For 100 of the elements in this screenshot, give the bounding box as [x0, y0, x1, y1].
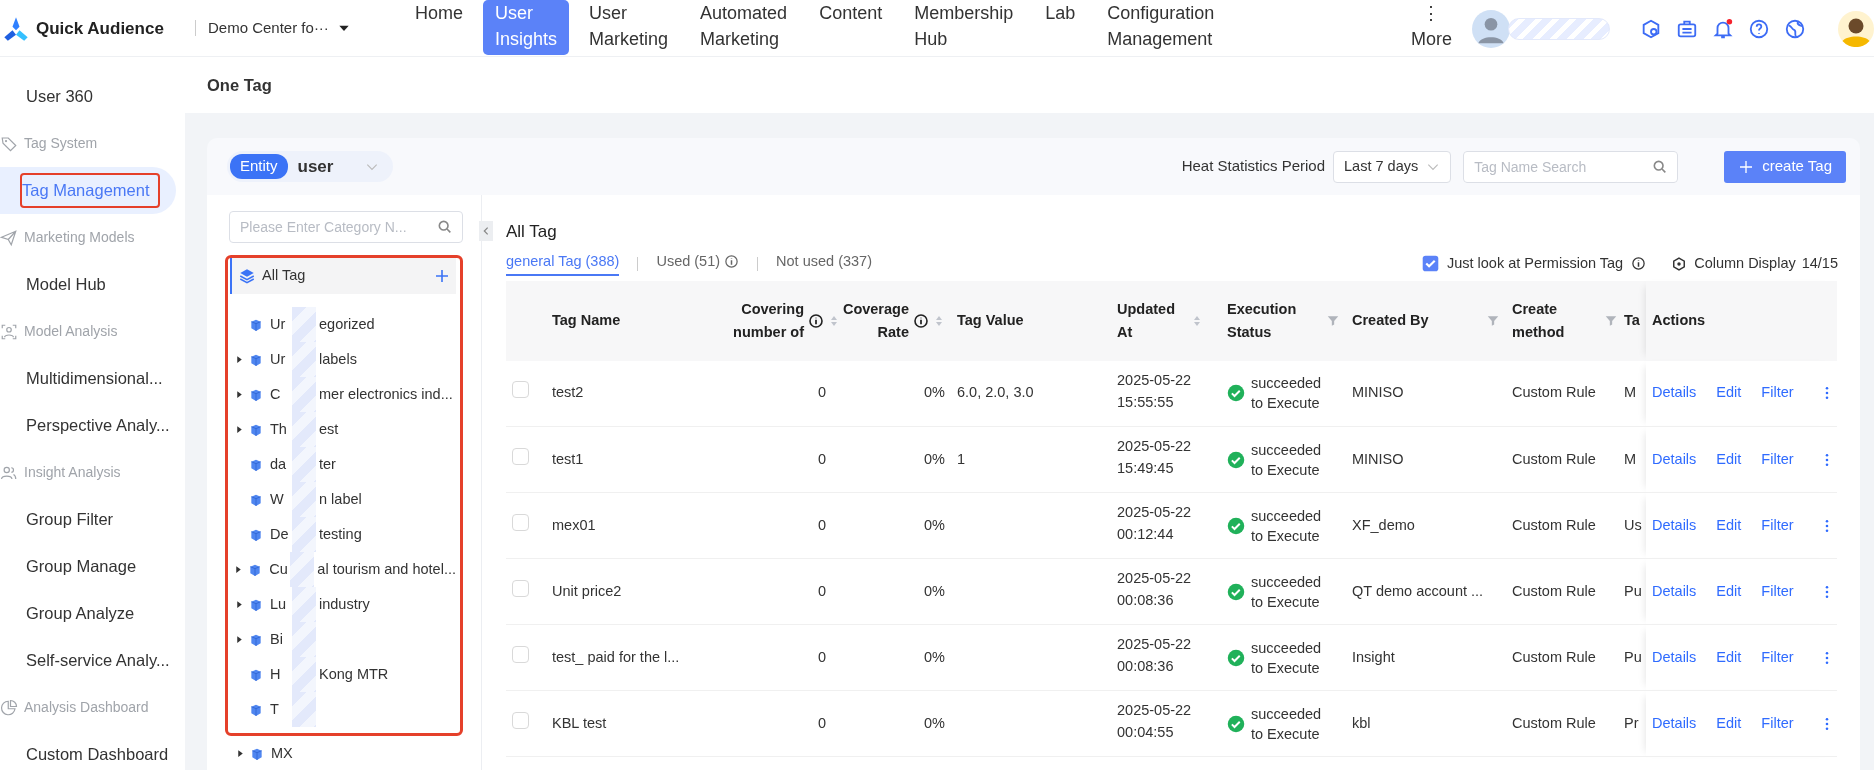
row-checkbox[interactable]: [512, 381, 529, 399]
nav-tab[interactable]: Home: [403, 0, 475, 29]
filter-tab[interactable]: Used (51): [656, 250, 740, 277]
nav-tab[interactable]: Membership Hub: [902, 0, 1026, 55]
action-link[interactable]: Filter: [1761, 712, 1794, 735]
action-link[interactable]: Details: [1652, 712, 1697, 735]
add-icon[interactable]: [434, 268, 450, 284]
table-cell: MINISO: [1352, 384, 1404, 401]
action-link[interactable]: Edit: [1716, 448, 1742, 471]
tree-item-label[interactable]: Bi: [270, 628, 292, 651]
action-link[interactable]: Details: [1652, 382, 1697, 405]
expand-caret-icon[interactable]: [234, 355, 244, 364]
action-link[interactable]: Edit: [1716, 646, 1742, 669]
sidebar-item[interactable]: Multidimensional...: [0, 355, 176, 402]
sidebar-item[interactable]: Custom Dashboard: [0, 731, 176, 770]
tree-item-label[interactable]: egorized: [319, 313, 375, 336]
nav-tab[interactable]: Content: [807, 0, 895, 29]
help-icon[interactable]: [1748, 17, 1770, 40]
category-search-field[interactable]: Please Enter Category N...: [229, 211, 463, 243]
nav-tab[interactable]: User Insights: [483, 0, 570, 55]
table-cell: Custom Rule: [1512, 648, 1596, 665]
notification-icon[interactable]: [1712, 17, 1734, 40]
entity-selector[interactable]: Entity user: [227, 150, 393, 183]
tree-item-label[interactable]: Kong MTR: [319, 663, 389, 686]
sidebar-item[interactable]: Group Filter: [0, 496, 176, 543]
nav-tab[interactable]: Lab: [1033, 0, 1088, 29]
action-link[interactable]: Edit: [1716, 514, 1742, 537]
tree-item-label[interactable]: ter: [319, 453, 336, 476]
nav-tab[interactable]: Configuration Management: [1095, 0, 1227, 55]
action-link[interactable]: Filter: [1761, 448, 1794, 471]
column-header: Tag Value: [957, 311, 1024, 330]
action-link[interactable]: Details: [1652, 448, 1697, 471]
table-cell: 0%: [924, 648, 945, 665]
tree-item-label[interactable]: Cu: [269, 558, 291, 581]
sidebar-item[interactable]: Tag Management: [0, 167, 176, 214]
tree-item-label[interactable]: W: [270, 488, 292, 511]
sidebar-item[interactable]: Self-service Analy...: [0, 637, 176, 684]
tree-item-label[interactable]: testing: [319, 523, 362, 546]
row-checkbox[interactable]: [512, 447, 529, 465]
expand-caret-icon[interactable]: [234, 635, 244, 644]
period-dropdown[interactable]: Last 7 days: [1333, 150, 1452, 183]
tree-item-label[interactable]: industry: [319, 593, 370, 616]
tree-item-label[interactable]: Th: [270, 418, 292, 441]
tree-item-label[interactable]: De: [270, 523, 292, 546]
expand-caret-icon[interactable]: [234, 390, 244, 399]
action-link[interactable]: Details: [1652, 580, 1697, 603]
sidebar-item[interactable]: Model Hub: [0, 261, 176, 308]
tree-item-label[interactable]: da: [270, 453, 292, 476]
action-link[interactable]: Filter: [1761, 514, 1794, 537]
filter-tab[interactable]: Not used (337): [776, 250, 872, 277]
tag-search-field[interactable]: Tag Name Search: [1463, 150, 1679, 183]
nav-tab[interactable]: User Marketing: [577, 0, 681, 55]
tree-item-label[interactable]: labels: [319, 348, 357, 371]
sidebar-item[interactable]: Group Manage: [0, 543, 176, 590]
tag-icon: [0, 134, 18, 153]
tree-item-label[interactable]: n label: [319, 488, 362, 511]
nav-tab[interactable]: Automated Marketing: [688, 0, 800, 55]
sidebar-item[interactable]: User 360: [0, 73, 176, 120]
sidebar-group-label: Analysis Dashboard: [24, 698, 149, 717]
tree-item-label[interactable]: Lu: [270, 593, 292, 616]
expand-caret-icon[interactable]: [234, 600, 244, 609]
tree-root-item[interactable]: All Tag: [230, 258, 456, 294]
collapse-handle[interactable]: [479, 221, 493, 241]
sidebar-item[interactable]: Perspective Analy...: [0, 402, 176, 449]
sidebar-item[interactable]: Group Analyze: [0, 590, 176, 637]
tree-item-label[interactable]: Ur: [270, 348, 292, 371]
table-cell: QT demo account ...: [1352, 582, 1484, 599]
column-header: Updated At: [1117, 299, 1176, 342]
action-link[interactable]: Filter: [1761, 580, 1794, 603]
action-link[interactable]: Details: [1652, 514, 1697, 537]
tree-item-label[interactable]: al tourism and hotel...: [317, 558, 456, 581]
action-link[interactable]: Filter: [1761, 646, 1794, 669]
action-link[interactable]: Edit: [1716, 580, 1742, 603]
column-display-button[interactable]: Column Display: [1672, 252, 1796, 275]
row-checkbox[interactable]: [512, 579, 529, 597]
action-link[interactable]: Edit: [1716, 712, 1742, 735]
expand-caret-icon[interactable]: [234, 425, 244, 434]
action-link[interactable]: Edit: [1716, 382, 1742, 405]
nav-tab[interactable]: ⋮ More: [1399, 0, 1464, 55]
tree-item-label[interactable]: mer electronics ind...: [319, 383, 453, 406]
status-text: succeeded to Execute: [1251, 704, 1323, 744]
tree-item-label[interactable]: est: [319, 418, 339, 441]
tree-item-label[interactable]: MX: [271, 742, 293, 765]
expand-caret-icon[interactable]: [234, 565, 244, 574]
tree-item-label[interactable]: C: [270, 383, 292, 406]
filter-tab[interactable]: general Tag (388): [506, 250, 620, 277]
action-link[interactable]: Details: [1652, 646, 1697, 669]
action-link[interactable]: Filter: [1761, 382, 1794, 405]
globe-icon[interactable]: [1784, 17, 1806, 40]
tree-item-label[interactable]: H: [270, 663, 292, 686]
row-checkbox[interactable]: [512, 711, 529, 729]
expand-caret-icon[interactable]: [235, 749, 245, 758]
permission-checkbox[interactable]: [1421, 255, 1439, 272]
create-tag-button[interactable]: create Tag: [1724, 150, 1846, 183]
account-avatar[interactable]: [1838, 10, 1874, 47]
tree-item-label[interactable]: T: [270, 698, 292, 721]
row-checkbox[interactable]: [512, 513, 529, 531]
tree-item-label[interactable]: Ur: [270, 313, 292, 336]
row-checkbox[interactable]: [512, 645, 529, 663]
column-header: Created By: [1352, 311, 1430, 330]
